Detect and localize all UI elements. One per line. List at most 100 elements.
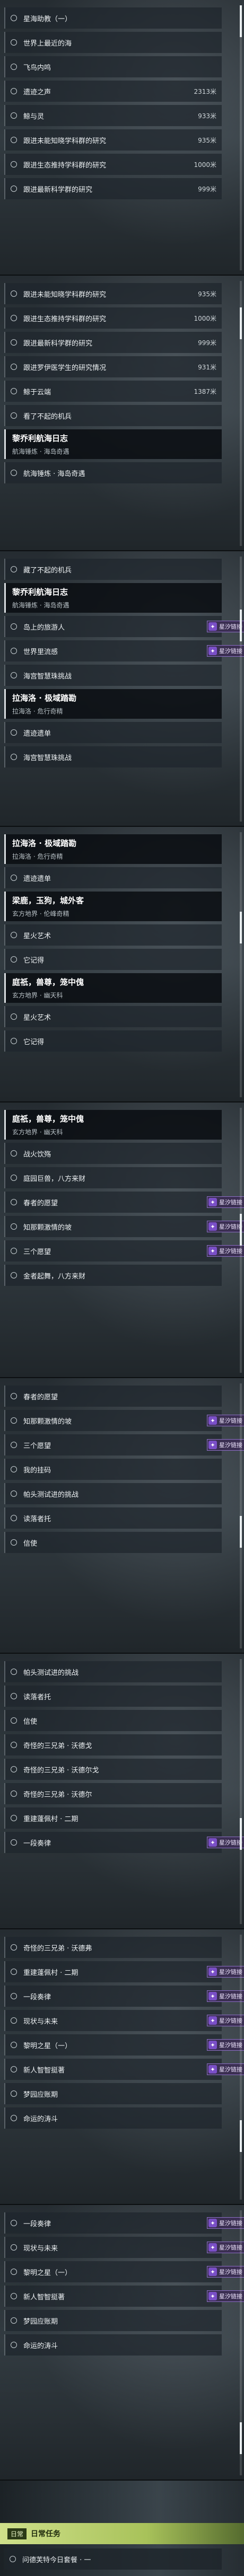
star-link-badge[interactable]: ✦ 星汐链接: [207, 1221, 244, 1232]
quest-list-item[interactable]: 现状与未来 ✦ 星汐链接: [4, 2010, 244, 2031]
quest-list-item[interactable]: 黎明之星（一） ✦ 星汐链接: [4, 2034, 244, 2055]
quest-list-item[interactable]: 看了不起的机兵: [4, 405, 222, 426]
quest-chapter-header[interactable]: 庭祇，兽尊，笼中傀 玄方地界 · 幽天科: [4, 1110, 222, 1140]
daily-quest-header[interactable]: 日常 日常任务: [0, 2523, 244, 2544]
scrollbar-thumb[interactable]: [240, 1818, 242, 1850]
scrollbar[interactable]: [240, 2210, 242, 2475]
quest-list-item[interactable]: 一段奏律 ✦ 星汐链接: [4, 1986, 244, 2007]
quest-list-item[interactable]: 它记得: [4, 949, 222, 970]
quest-list-item[interactable]: 星火艺术: [4, 1006, 222, 1027]
quest-list-item[interactable]: 黎明之星（一） ✦ 星汐链接: [4, 2261, 244, 2282]
quest-list-item[interactable]: 梦园应账期: [4, 2310, 222, 2331]
quest-chapter-header[interactable]: 拉海洛 · 极域踏勘 拉海洛 · 危行奇精: [4, 689, 222, 719]
quest-list-item[interactable]: 星火艺术: [4, 924, 222, 946]
quest-list-item[interactable]: 战火饮殇: [4, 1143, 222, 1164]
scrollbar-thumb[interactable]: [240, 1214, 242, 1246]
scrollbar[interactable]: [240, 832, 242, 1097]
quest-list-item[interactable]: 藏了不起的机兵: [4, 559, 222, 580]
quest-chapter-header[interactable]: 庭祇，兽尊，笼中傀 玄方地界 · 幽天科: [4, 973, 222, 1003]
quest-chapter-header[interactable]: 黎乔利航海日志 航海锤炼 · 海岛奇遇: [4, 583, 222, 613]
scrollbar[interactable]: [240, 281, 242, 546]
quest-list-item[interactable]: 知那颗激情的坡 ✦ 星汐链接: [4, 1216, 244, 1237]
quest-list-item[interactable]: 现状与未来 ✦ 星汐链接: [4, 2237, 244, 2258]
scrollbar-thumb[interactable]: [240, 2422, 242, 2454]
quest-list-item[interactable]: 庭园巨兽，八方来财: [4, 1167, 222, 1188]
quest-list-item[interactable]: 岛上的旅游人 ✦ 星汐链接: [4, 616, 244, 637]
quest-list-item[interactable]: 鲸于云端 1387米: [4, 381, 222, 402]
star-link-badge[interactable]: ✦ 星汐链接: [207, 1415, 244, 1426]
quest-list-item[interactable]: 海宫智慧珠挑战: [4, 665, 222, 686]
quest-list-item[interactable]: 帕头测试进的挑战: [4, 1661, 222, 1682]
quest-list-item[interactable]: 读落者托: [4, 1507, 222, 1529]
quest-list-item[interactable]: 海宫智慧珠挑战: [4, 746, 222, 767]
star-link-badge[interactable]: ✦ 星汐链接: [207, 1196, 244, 1208]
scrollbar[interactable]: [240, 1108, 242, 1373]
quest-list-item[interactable]: 金者起舞，八方来财: [4, 1265, 222, 1286]
star-link-badge[interactable]: ✦ 星汐链接: [207, 1966, 244, 1978]
star-link-badge[interactable]: ✦ 星汐链接: [207, 1837, 244, 1848]
quest-list-item[interactable]: 我的挂码: [4, 1459, 222, 1480]
daily-quest-item[interactable]: 问德芙特今日套餐 · 一: [4, 2548, 222, 2570]
quest-chapter-header[interactable]: 拉海洛 · 极域踏勘 拉海洛 · 危行奇精: [4, 834, 222, 864]
quest-list-item[interactable]: 命运的涛斗: [4, 2107, 222, 2129]
quest-list-item[interactable]: 航海锤炼 · 海岛奇遇: [4, 462, 222, 483]
scrollbar-thumb[interactable]: [240, 610, 242, 641]
quest-list-item[interactable]: 跟进生态推持学科群的研究 1000米: [4, 154, 222, 175]
quest-list-item[interactable]: 信使: [4, 1532, 222, 1553]
quest-list-item[interactable]: 奇怪的三兄弟 · 沃德戈: [4, 1734, 222, 1755]
star-link-badge[interactable]: ✦ 星汐链接: [207, 645, 244, 657]
quest-list-item[interactable]: 飞鸟内鸣: [4, 56, 222, 77]
scrollbar[interactable]: [240, 1659, 242, 1924]
quest-list-item[interactable]: 读落者托: [4, 1686, 222, 1707]
star-link-badge[interactable]: ✦ 星汐链接: [207, 1990, 244, 2002]
star-link-badge[interactable]: ✦ 星汐链接: [207, 2039, 244, 2051]
scrollbar-thumb[interactable]: [240, 307, 242, 339]
quest-list-item[interactable]: 三个愿望 ✦ 星汐链接: [4, 1434, 244, 1455]
scrollbar-thumb[interactable]: [240, 5, 242, 37]
scrollbar-thumb[interactable]: [240, 912, 242, 943]
scrollbar[interactable]: [240, 557, 242, 822]
quest-list-item[interactable]: 三个愿望 ✦ 星汐链接: [4, 1240, 244, 1261]
quest-list-item[interactable]: 跟进最新科学群的研究 999米: [4, 178, 222, 199]
star-link-badge[interactable]: ✦ 星汐链接: [207, 2290, 244, 2302]
star-link-badge[interactable]: ✦ 星汐链接: [207, 1245, 244, 1257]
quest-list-item[interactable]: 它记得: [4, 1030, 222, 1052]
quest-list-item[interactable]: 跟进未能知晓学科群的研究 935米: [4, 129, 222, 151]
quest-list-item[interactable]: 知那颗激情的坡 ✦ 星汐链接: [4, 1410, 244, 1431]
quest-list-item[interactable]: 星海助教（一）: [4, 7, 222, 29]
scrollbar[interactable]: [240, 1935, 242, 2200]
quest-list-item[interactable]: 一段奏律 ✦ 星汐链接: [4, 1832, 244, 1853]
quest-list-item[interactable]: 春者的愿望 ✦ 星汐链接: [4, 1192, 244, 1213]
quest-list-item[interactable]: 遗迹遗单: [4, 722, 222, 743]
quest-list-item[interactable]: 跟进未能知晓学科群的研究 935米: [4, 283, 222, 304]
quest-list-item[interactable]: 跟进罗伊医学生的研究情况 931米: [4, 356, 222, 377]
scrollbar-thumb[interactable]: [240, 1516, 242, 1548]
quest-list-item[interactable]: 新人智智挺著 ✦ 星汐链接: [4, 2286, 244, 2307]
quest-list-item[interactable]: 世界里流感 ✦ 星汐链接: [4, 640, 244, 661]
scrollbar[interactable]: [240, 5, 242, 270]
star-link-badge[interactable]: ✦ 星汐链接: [207, 621, 244, 632]
scrollbar[interactable]: [240, 1383, 242, 1648]
quest-list-item[interactable]: 帕头测试进的挑战: [4, 1483, 222, 1504]
quest-list-item[interactable]: 奇怪的三兄弟 · 沃德弗: [4, 1937, 222, 1958]
quest-list-item[interactable]: 信使: [4, 1710, 222, 1731]
quest-list-item[interactable]: 梦园应账期: [4, 2083, 222, 2104]
quest-list-item[interactable]: 命运的涛斗: [4, 2334, 222, 2356]
quest-list-item[interactable]: 奇怪的三兄弟 · 沃德尔: [4, 1783, 222, 1804]
quest-chapter-header[interactable]: 黎乔利航海日志 航海锤炼 · 海岛奇遇: [4, 429, 222, 459]
quest-list-item[interactable]: 世界上最近的海: [4, 32, 222, 53]
quest-list-item[interactable]: 跟进生态推持学科群的研究 1000米: [4, 307, 222, 329]
quest-list-item[interactable]: 春者的愿望: [4, 1386, 222, 1407]
scrollbar-thumb[interactable]: [240, 2120, 242, 2152]
star-link-badge[interactable]: ✦ 星汐链接: [207, 2015, 244, 2026]
quest-list-item[interactable]: 新人智智挺著 ✦ 星汐链接: [4, 2059, 244, 2080]
quest-list-item[interactable]: 鲸与灵 933米: [4, 105, 222, 126]
quest-list-item[interactable]: 跟进最新科学群的研究 999米: [4, 332, 222, 353]
quest-chapter-header[interactable]: 梁鹿，玉狗，城外客 玄方地界 · 伦峰奇精: [4, 892, 222, 921]
star-link-badge[interactable]: ✦ 星汐链接: [207, 2266, 244, 2278]
quest-list-item[interactable]: 一段奏律 ✦ 星汐链接: [4, 2212, 244, 2234]
quest-list-item[interactable]: 重建蓬佩村 · 二期 ✦ 星汐链接: [4, 1961, 244, 1982]
star-link-badge[interactable]: ✦ 星汐链接: [207, 2063, 244, 2075]
quest-list-item[interactable]: 遗迹遗单: [4, 867, 222, 888]
quest-list-item[interactable]: 奇怪的三兄弟 · 沃德尔戈: [4, 1759, 222, 1780]
